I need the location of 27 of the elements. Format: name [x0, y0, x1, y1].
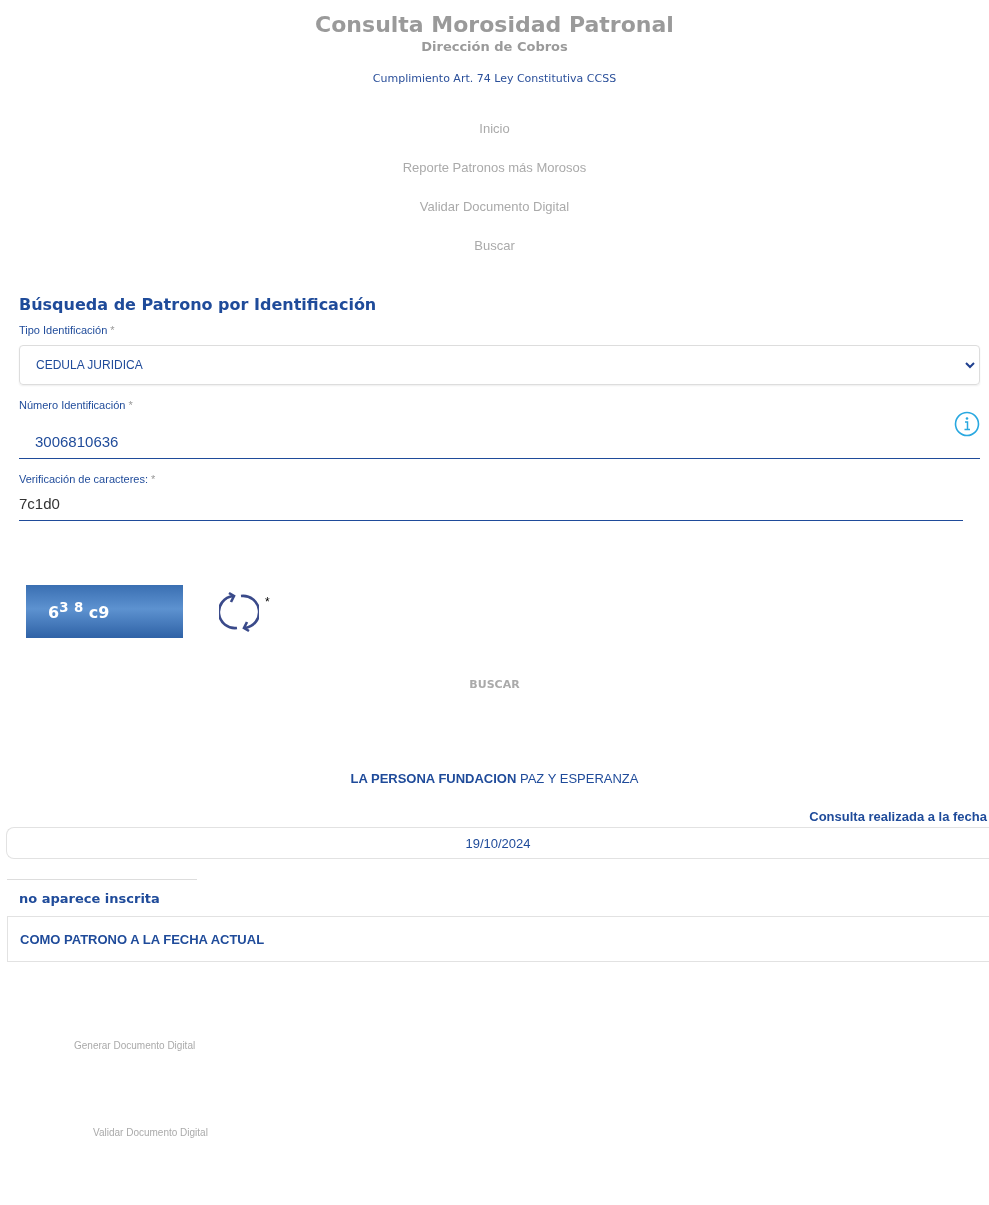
page-subtitle: Dirección de Cobros — [421, 39, 568, 54]
info-icon[interactable] — [954, 411, 980, 437]
required-mark: * — [265, 595, 270, 609]
field-label: Número Identificación * — [19, 399, 134, 411]
nav-link[interactable]: Inicio — [479, 121, 510, 137]
captcha-image: 6$^{3}$ $^{8}$ c9 — [26, 585, 183, 638]
nav-link[interactable]: Reporte Patronos más Morosos — [402, 160, 587, 176]
page-title: Consulta Morosidad Patronal — [315, 12, 674, 37]
input-field[interactable]: 3006810636 — [19, 423, 980, 459]
date-label: Consulta realizada a la fecha — [809, 809, 987, 824]
generate-document-link[interactable]: Generar Documento Digital — [74, 1040, 989, 1051]
date-field: 19/10/2024 — [6, 827, 989, 859]
search-button[interactable]: BUSCAR — [461, 674, 528, 695]
input-field[interactable]: 7c1d0 — [19, 485, 963, 521]
nav-link[interactable]: Validar Documento Digital — [419, 199, 570, 215]
refresh-icon[interactable] — [219, 589, 259, 634]
id-type-select[interactable]: CEDULA JURIDICA — [19, 345, 980, 385]
status-text: no aparece inscrita — [18, 890, 161, 906]
chevron-down-icon — [965, 361, 975, 369]
field-label: Verificación de caracteres: * — [19, 473, 157, 485]
nav-link[interactable]: Buscar — [474, 238, 515, 254]
notice-text: Cumplimiento Art. 74 Ley Constitutiva CCSS — [372, 72, 617, 85]
result-heading: LA PERSONA FUNDACION PAZ Y ESPERANZA — [349, 771, 640, 786]
validate-document-link[interactable]: Validar Documento Digital — [93, 1127, 989, 1138]
field-label: Tipo Identificación * — [19, 324, 116, 336]
section-title: Búsqueda de Patrono por Identificación — [19, 295, 378, 314]
status-detail: COMO PATRONO A LA FECHA ACTUAL — [7, 916, 989, 962]
